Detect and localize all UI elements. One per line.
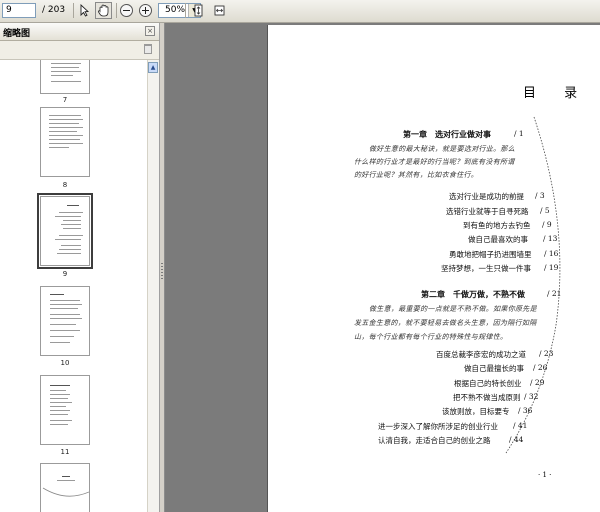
toc-entry[interactable]: 选错行业就等于自寻死路 [446, 206, 529, 217]
toc-entry[interactable]: 该放则放，目标要专 [442, 406, 510, 417]
toc-entry-page: / 13 [543, 234, 558, 243]
page-number: · 1 · [538, 471, 552, 479]
toc-entry[interactable]: 选对行业是成功的前提 [449, 191, 524, 202]
close-icon[interactable]: × [145, 26, 155, 36]
toc-entry[interactable]: 做自己最擅长的事 [464, 363, 524, 374]
toc-entry-page: / 16 [544, 249, 559, 258]
toc-entry[interactable]: 坚持梦想，一生只做一件事 [441, 263, 531, 274]
thumbnail-page[interactable] [40, 463, 90, 512]
toc-entry[interactable]: 做自己最喜欢的事 [468, 234, 528, 245]
document-page: 目 录 第一章 选对行业做对事 / 1 做好生意的最大秘诀，就是要选对行业。那么… [267, 25, 600, 512]
thumbnails-panel: 缩略图 × 7 8 9 10 11 ▲ [0, 23, 160, 512]
toc-entry-page: / 41 [513, 421, 528, 430]
thumbnail-label: 7 [62, 96, 68, 104]
thumbnail-label: 11 [60, 448, 70, 456]
grip-icon [161, 263, 163, 279]
chapter-1-intro-line: 什么样的行业才是最好的行当呢？到底有没有所谓 [354, 158, 515, 166]
thumbnails-scrollbar[interactable]: ▲ [147, 60, 159, 512]
toc-title: 目 录 [523, 86, 590, 101]
thumbnail-label: 8 [62, 181, 68, 189]
toc-entry-page: / 9 [542, 220, 552, 229]
scroll-up-icon[interactable]: ▲ [148, 62, 158, 73]
chapter-1-intro-line: 做好生意的最大秘诀，就是要选对行业。那么 [369, 145, 515, 153]
toc-entry[interactable]: 进一步深入了解你所涉足的创业行业 [378, 421, 498, 432]
zoom-value: 50% [165, 5, 186, 15]
toc-entry[interactable]: 根据自己的特长创业 [454, 378, 522, 389]
toc-entry[interactable]: 到有鱼的地方去钓鱼 [463, 220, 531, 231]
toc-entry-page: / 19 [544, 263, 559, 272]
chapter-2-intro-line: 山，每个行业都有每个行业的特殊性与规律性。 [354, 333, 508, 341]
trash-icon[interactable] [144, 44, 152, 54]
chapter-1-title: 第一章 选对行业做对事 [403, 129, 491, 139]
thumbnail-page[interactable] [40, 286, 90, 356]
zoom-out-overlay [118, 2, 135, 19]
thumbnail-page[interactable] [40, 375, 90, 445]
toc-entry[interactable]: 勇敢地把帽子扔进围墙里 [449, 249, 532, 260]
chapter-2-page: / 21 [547, 289, 562, 298]
document-viewer[interactable]: 目 录 第一章 选对行业做对事 / 1 做好生意的最大秘诀，就是要选对行业。那么… [165, 23, 600, 512]
thumbnail-label: 9 [62, 270, 68, 278]
zoom-in-icon[interactable] [137, 2, 154, 19]
toolbar-separator [116, 3, 117, 18]
toc-entry-page: / 32 [524, 392, 539, 401]
thumbnail-page[interactable] [40, 107, 90, 177]
fit-width-icon[interactable] [211, 2, 228, 19]
chapter-1-page: / 1 [514, 129, 524, 138]
fit-page-icon[interactable] [190, 2, 207, 19]
toc-entry-page: / 26 [533, 363, 548, 372]
toc-entry[interactable]: 把不熟不做当成原则 [453, 392, 521, 403]
chapter-2-intro-line: 发五金生意的，就不要轻易去做名头生意，因为隔行如隔 [354, 319, 537, 327]
toc-entry-page: / 23 [539, 349, 554, 358]
thumbnails-list[interactable]: 7 8 9 10 11 [0, 60, 147, 512]
chapter-1-intro-line: 的好行业呢？其然有，比如衣食住行。 [354, 171, 479, 179]
toolbar-separator [73, 3, 74, 18]
toc-entry-page: / 5 [540, 206, 550, 215]
toc-entry[interactable]: 百度总裁李彦宏的成功之道 [436, 349, 526, 360]
page-total-label: / 203 [42, 5, 66, 15]
thumbnail-page-selected[interactable] [37, 193, 93, 269]
thumbnail-page[interactable] [40, 60, 90, 94]
toc-entry-page: / 36 [518, 406, 533, 415]
toc-entry-page: / 3 [535, 191, 545, 200]
chapter-2-intro-line: 做生意，最重要的一点就是不熟不做。如果你原先是 [369, 305, 537, 313]
thumbnail-label: 10 [60, 359, 70, 367]
toc-entry-page: / 29 [530, 378, 545, 387]
thumbnails-panel-header: 缩略图 × [0, 23, 159, 41]
toc-entry-page: / 44 [509, 435, 524, 444]
toolbar-separator [185, 3, 186, 18]
select-arrow-icon[interactable] [76, 2, 93, 19]
thumbnails-panel-title: 缩略图 [3, 29, 31, 39]
page-number-input[interactable]: 9 [2, 3, 36, 18]
chapter-2-title: 第二章 千做万做，不熟不做 [421, 289, 525, 299]
hand-tool-icon[interactable] [95, 2, 112, 19]
toolbar: 9 / 203 50% ▼ [0, 0, 600, 23]
thumbnails-panel-toolbar [0, 41, 159, 60]
toc-entry[interactable]: 认清自我，走适合自己的创业之路 [378, 435, 491, 446]
